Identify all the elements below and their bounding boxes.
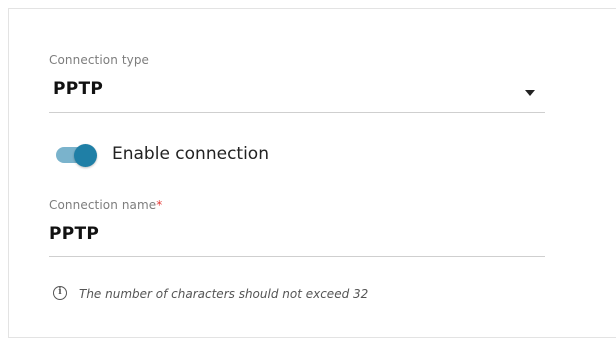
required-marker: *: [156, 198, 163, 212]
connection-type-label: Connection type: [49, 53, 150, 67]
toggle-thumb[interactable]: [74, 144, 97, 167]
connection-name-label-text: Connection name: [49, 198, 157, 212]
connection-name-underline: [49, 256, 545, 257]
info-icon: i: [53, 286, 67, 300]
enable-connection-label[interactable]: Enable connection: [112, 144, 269, 164]
connection-name-input[interactable]: PPTP: [49, 224, 99, 244]
connection-name-label: Connection name*: [49, 198, 162, 212]
connection-type-value[interactable]: PPTP: [53, 79, 103, 99]
enable-connection-toggle[interactable]: [56, 144, 100, 167]
connection-name-hint: The number of characters should not exce…: [79, 287, 369, 301]
connection-type-underline: [49, 112, 545, 113]
chevron-down-icon[interactable]: [525, 90, 535, 96]
